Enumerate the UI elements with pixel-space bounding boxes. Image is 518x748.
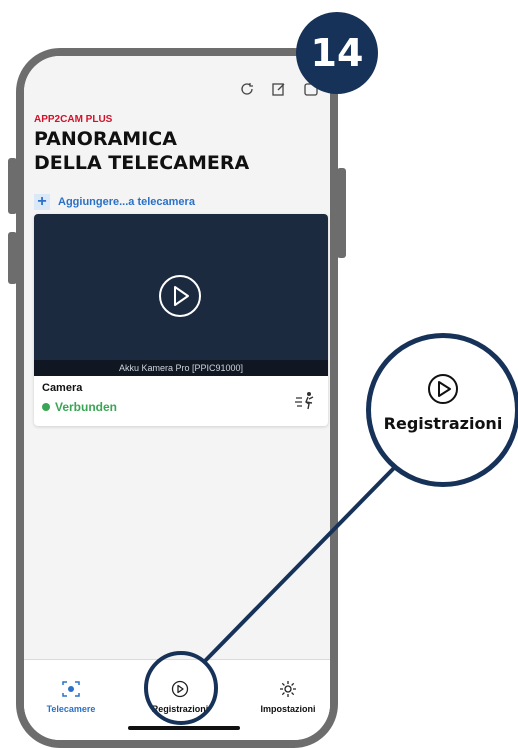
tab-label: Impostazioni [260, 704, 316, 714]
page-title-line: PANORAMICA [34, 128, 177, 150]
phone-side-button [337, 168, 346, 258]
status-dot [42, 403, 50, 411]
callout-magnifier: Registrazioni [366, 333, 518, 487]
phone-frame: APP2CAM PLUS PANORAMICA DELLA TELECAMERA… [16, 48, 338, 748]
camera-preview[interactable]: Akku Kamera Pro [PPIC91000] [34, 214, 328, 376]
refresh-icon[interactable] [238, 80, 256, 98]
video-caption: Akku Kamera Pro [PPIC91000] [34, 360, 328, 376]
callout-label: Registrazioni [383, 414, 503, 433]
highlight-circle [144, 651, 218, 725]
page-header: APP2CAM PLUS PANORAMICA DELLA TELECAMERA [34, 114, 249, 175]
tab-label: Telecamere [46, 704, 96, 714]
connection-status-label: Verbunden [55, 400, 118, 414]
app-brand: APP2CAM PLUS [34, 114, 113, 125]
app-screen: APP2CAM PLUS PANORAMICA DELLA TELECAMERA… [24, 56, 330, 740]
step-number-badge: 14 [296, 12, 378, 94]
home-indicator[interactable] [128, 726, 240, 730]
tab-telecamere[interactable]: Telecamere [24, 680, 121, 714]
plus-icon: + [34, 194, 50, 210]
add-camera-label: Aggiungere...a telecamera [58, 196, 195, 208]
page-title: PANORAMICA DELLA TELECAMERA [34, 127, 249, 175]
play-circle-icon[interactable] [157, 273, 203, 319]
tab-impostazioni[interactable]: Impostazioni [238, 680, 330, 714]
connection-status: Verbunden [42, 400, 117, 414]
camera-icon [62, 681, 80, 697]
camera-name: Camera [42, 382, 83, 394]
add-camera-button[interactable]: + Aggiungere...a telecamera [34, 194, 195, 210]
gear-icon [280, 681, 296, 697]
camera-card[interactable]: Akku Kamera Pro [PPIC91000] Camera Verbu… [34, 214, 328, 426]
edit-icon[interactable] [270, 80, 288, 98]
motion-detection-icon[interactable] [294, 390, 316, 412]
play-circle-icon [428, 374, 458, 404]
toolbar [238, 80, 320, 98]
page-title-line: DELLA TELECAMERA [34, 152, 250, 174]
